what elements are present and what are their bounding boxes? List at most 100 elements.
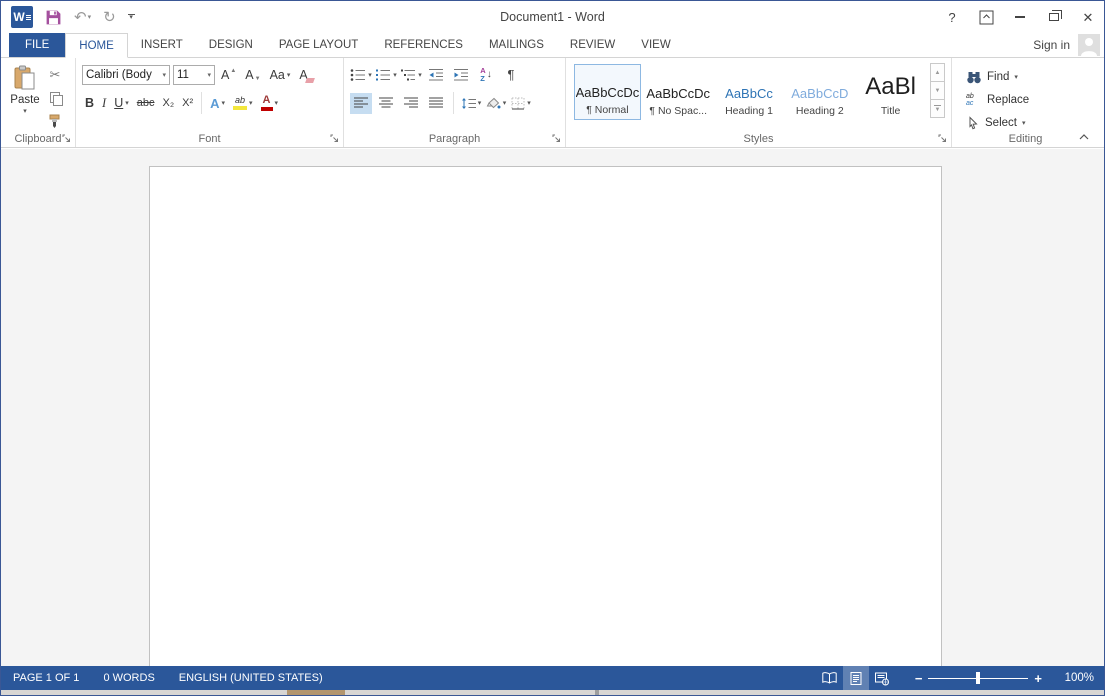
close-button[interactable]: ✕ (1080, 9, 1096, 25)
page-indicator[interactable]: PAGE 1 OF 1 (1, 666, 91, 690)
paragraph-dialog-launcher[interactable] (551, 133, 562, 144)
web-layout-icon (874, 671, 890, 686)
zoom-percentage[interactable]: 100% (1048, 672, 1094, 684)
grow-font-button[interactable]: A▲ (218, 64, 239, 85)
zoom-out-button[interactable]: − (909, 671, 929, 686)
restore-button[interactable] (1046, 9, 1062, 25)
paragraph-group: ▾ ▾ ▾ (344, 58, 566, 147)
find-button[interactable]: Find ▾ (966, 66, 1095, 87)
line-spacing-arrow[interactable]: ▾ (478, 99, 482, 107)
replace-button[interactable]: ab ac Replace (966, 89, 1095, 110)
format-painter-button[interactable] (45, 112, 65, 130)
minimize-button[interactable] (1012, 9, 1028, 25)
font-size-combo[interactable]: 11▾ (173, 65, 215, 85)
font-color-button[interactable]: A▾ (258, 93, 282, 114)
tab-references[interactable]: REFERENCES (371, 33, 476, 57)
clipboard-dialog-launcher[interactable] (61, 133, 72, 144)
text-effects-arrow[interactable]: ▾ (222, 99, 226, 107)
tab-home[interactable]: HOME (65, 33, 128, 58)
change-case-button[interactable]: Aa▾ (267, 64, 294, 85)
cut-button[interactable]: ✂ (45, 66, 65, 84)
superscript-button[interactable]: X² (179, 93, 196, 114)
style-normal[interactable]: AaBbCcDc ¶ Normal (574, 64, 641, 120)
decrease-indent-icon (428, 68, 444, 82)
sign-in-link[interactable]: Sign in (1033, 38, 1070, 52)
justify-button[interactable] (425, 93, 447, 114)
style-heading1[interactable]: AaBbCc Heading 1 (716, 64, 783, 120)
shading-arrow[interactable]: ▾ (503, 99, 507, 107)
multilevel-list-button[interactable]: ▾ (400, 64, 422, 85)
document-page[interactable] (149, 166, 942, 666)
avatar[interactable] (1078, 34, 1100, 56)
tab-mailings[interactable]: MAILINGS (476, 33, 557, 57)
numbering-arrow[interactable]: ▾ (393, 71, 397, 79)
print-layout-icon (849, 671, 863, 686)
zoom-slider[interactable] (928, 666, 1028, 690)
tab-review[interactable]: REVIEW (557, 33, 628, 57)
select-arrow[interactable]: ▾ (1022, 119, 1026, 127)
collapse-ribbon-button[interactable] (1078, 133, 1092, 143)
ribbon-display-options-icon[interactable] (978, 9, 994, 25)
font-color-arrow[interactable]: ▾ (275, 99, 279, 107)
underline-button[interactable]: U▾ (111, 93, 132, 114)
line-spacing-button[interactable]: ▾ (460, 93, 482, 114)
styles-scroll-up-button[interactable]: ▲ (930, 63, 945, 82)
tab-design[interactable]: DESIGN (196, 33, 266, 57)
subscript-button[interactable]: X₂ (160, 93, 178, 114)
strikethrough-button[interactable]: abc (134, 93, 158, 114)
decrease-indent-button[interactable] (425, 64, 447, 85)
find-arrow[interactable]: ▾ (1014, 73, 1018, 81)
web-layout-button[interactable] (869, 666, 895, 690)
text-effects-button[interactable]: A▾ (207, 93, 228, 114)
copy-button[interactable] (45, 89, 65, 107)
help-icon[interactable]: ? (944, 9, 960, 25)
shrink-font-button[interactable]: A▼ (242, 64, 263, 85)
read-mode-button[interactable] (817, 666, 843, 690)
borders-button[interactable]: ▾ (510, 93, 532, 114)
zoom-slider-thumb[interactable] (976, 672, 980, 684)
styles-scroll-down-button[interactable]: ▼ (930, 81, 945, 100)
paste-button[interactable]: Paste ▾ (5, 62, 45, 130)
styles-dialog-launcher[interactable] (937, 133, 948, 144)
grow-font-letter: A (221, 68, 229, 82)
paragraph-group-label: Paragraph (344, 133, 565, 145)
shrink-font-arrow-icon: ▼ (255, 76, 261, 82)
sort-down-arrow: ↓ (487, 69, 492, 80)
text-highlight-button[interactable]: ab▾ (230, 93, 256, 114)
highlight-arrow[interactable]: ▾ (249, 99, 253, 107)
bullets-arrow[interactable]: ▾ (368, 71, 372, 79)
style-no-spacing[interactable]: AaBbCcDc ¶ No Spac... (645, 64, 712, 120)
bullets-button[interactable]: ▾ (350, 64, 372, 85)
align-left-button[interactable] (350, 93, 372, 114)
tab-file[interactable]: FILE (9, 33, 65, 57)
bold-button[interactable]: B (82, 93, 97, 114)
paste-dropdown-arrow[interactable]: ▾ (23, 107, 27, 115)
select-button[interactable]: Select ▾ (966, 112, 1095, 133)
paste-clipboard-icon (12, 65, 38, 91)
increase-indent-button[interactable] (450, 64, 472, 85)
underline-arrow[interactable]: ▾ (125, 99, 129, 107)
font-dialog-launcher[interactable] (329, 133, 340, 144)
italic-button[interactable]: I (99, 93, 109, 114)
language-indicator[interactable]: ENGLISH (UNITED STATES) (167, 666, 335, 690)
tab-page-layout[interactable]: PAGE LAYOUT (266, 33, 371, 57)
print-layout-button[interactable] (843, 666, 869, 690)
zoom-in-button[interactable]: + (1028, 671, 1048, 686)
clear-formatting-button[interactable]: A (296, 64, 310, 85)
tab-insert[interactable]: INSERT (128, 33, 196, 57)
multilevel-list-arrow[interactable]: ▾ (418, 71, 422, 79)
style-heading2[interactable]: AaBbCcD Heading 2 (786, 64, 853, 120)
styles-more-button[interactable]: ▼ (930, 99, 945, 118)
font-name-combo[interactable]: Calibri (Body▾ (82, 65, 170, 85)
sort-button[interactable]: AZ ↓ (475, 64, 497, 85)
tab-view[interactable]: VIEW (628, 33, 683, 57)
align-right-button[interactable] (400, 93, 422, 114)
numbering-button[interactable]: ▾ (375, 64, 397, 85)
align-center-button[interactable] (375, 93, 397, 114)
style-title[interactable]: AaBl Title (857, 64, 924, 120)
shading-button[interactable]: ▾ (485, 93, 507, 114)
borders-arrow[interactable]: ▾ (527, 99, 531, 107)
word-count[interactable]: 0 WORDS (91, 666, 166, 690)
styles-group-label: Styles (566, 133, 951, 145)
show-hide-pilcrow-button[interactable]: ¶ (500, 64, 522, 85)
